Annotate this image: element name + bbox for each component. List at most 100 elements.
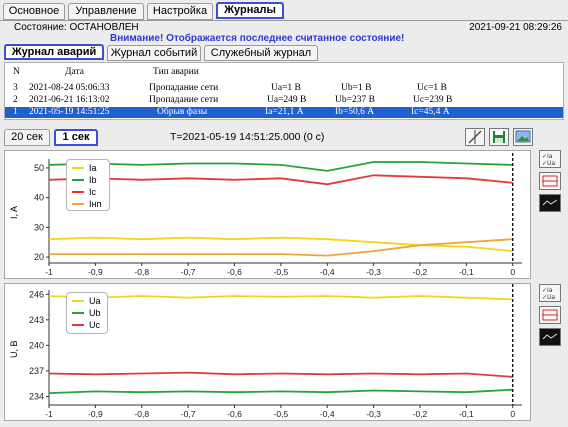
x-tick-label: -0,7 (181, 267, 196, 277)
y-tick-label: 50 (34, 163, 44, 173)
row-v3: Uc=1 В (417, 83, 447, 93)
row-type: Пропадание сети (149, 95, 219, 105)
y-tick-label: 20 (34, 252, 44, 262)
x-tick-label: -1 (45, 409, 53, 419)
series-line-ub (48, 388, 513, 394)
dark-mode-voltage-icon[interactable] (539, 328, 561, 346)
current-legend: Ia Ib Ic Iнп (66, 159, 110, 211)
row-type: Обрыв фазы (157, 107, 208, 117)
x-tick-label: -0,3 (366, 267, 381, 277)
legend-swatch-ic (72, 191, 84, 193)
cursor-tool-icon[interactable] (465, 128, 485, 146)
y-tick-label: 234 (29, 391, 44, 401)
tab-service-log[interactable]: Служебный журнал (204, 45, 318, 61)
x-tick-label: -0,1 (459, 409, 474, 419)
x-tick-label: -0,3 (366, 409, 381, 419)
legend-uc: Uc (89, 320, 100, 330)
status-label: Состояние: ОСТАНОВЛЕН (14, 22, 139, 33)
series-line-ib (48, 161, 513, 172)
x-tick-label: 0 (510, 409, 515, 419)
y-tick-label: 30 (34, 222, 44, 232)
x-tick-label: -0,5 (274, 267, 289, 277)
legend-swatch-uc (72, 324, 84, 326)
tab-control[interactable]: Управление (68, 3, 144, 20)
y-tick-label: 246 (29, 289, 44, 299)
voltage-chart-panel: 234 237 240 243 246 -1 -0,9 -0,8 -0,7 -0,6 -0,5 -0,… (4, 283, 531, 421)
series-line-iнп (49, 238, 513, 257)
row-v2: Ub=1 В (341, 83, 372, 93)
col-type: Тип аварии (153, 67, 199, 77)
row-v3: Uc=239 В (413, 95, 453, 105)
series-line-uc (48, 371, 513, 378)
row-v1: Ia=21,1 А (265, 107, 304, 117)
svg-text:✓Ua: ✓Ua (542, 294, 555, 301)
series-line-ic (48, 174, 513, 186)
row-type: Пропадание сети (149, 83, 219, 93)
y-tick-label: 40 (34, 193, 44, 203)
tab-settings[interactable]: Настройка (147, 3, 213, 20)
series-line-ua (48, 295, 513, 301)
y-tick-label: 237 (29, 366, 44, 376)
x-tick-label: -0,2 (413, 267, 428, 277)
image-export-icon[interactable] (513, 128, 533, 146)
col-date: Дата (65, 67, 84, 77)
x-tick-label: -0,4 (320, 267, 335, 277)
tab-alarm-log[interactable]: Журнал аварий (4, 44, 104, 60)
row-v1: Ua=249 В (267, 95, 307, 105)
series-toggle-current-button[interactable]: ✓Ia ✓Ua (539, 150, 561, 168)
x-tick-label: -0,6 (227, 409, 242, 419)
legend-swatch-ib (72, 179, 84, 181)
tabs-divider (0, 20, 568, 21)
legend-swatch-in (72, 203, 84, 205)
timeframe-1s-button[interactable]: 1 сек (54, 129, 98, 146)
table-row[interactable]: 3 2021-08-24 05:06:33 Пропадание сети Ua… (5, 83, 563, 94)
legend-swatch-ub (72, 312, 84, 314)
voltage-legend: Ua Ub Uc (66, 292, 108, 334)
zoom-fit-current-icon[interactable] (539, 172, 561, 190)
series-toggle-voltage-button[interactable]: ✓Ia ✓Ua (539, 284, 561, 302)
legend-ic: Ic (89, 187, 97, 197)
tab-event-log[interactable]: Журнал событий (107, 45, 201, 61)
svg-text:✓Ia: ✓Ia (542, 287, 553, 294)
svg-text:✓Ia: ✓Ia (542, 153, 553, 160)
y-tick-label: 243 (29, 315, 44, 325)
legend-ub: Ub (89, 308, 101, 318)
status-warning: Внимание! Отображается последнее считанн… (110, 33, 405, 44)
row-v3: Ic=45,4 А (411, 107, 450, 117)
zoom-fit-voltage-icon[interactable] (539, 306, 561, 324)
tab-main[interactable]: Основное (3, 3, 65, 20)
status-datetime: 2021-09-21 08:29:26 (469, 22, 562, 33)
legend-ua: Ua (89, 296, 101, 306)
dark-mode-current-icon[interactable] (539, 194, 561, 212)
x-tick-label: -0,2 (413, 409, 428, 419)
x-tick-label: -0,1 (459, 267, 474, 277)
timeframe-20s-button[interactable]: 20 сек (4, 129, 50, 146)
x-tick-label: -0,6 (227, 267, 242, 277)
current-chart-panel: 20 30 40 50 -1 -0,9 -0,8 -0,7 -0,6 -0,5 -0,4 -0,3 -0… (4, 150, 531, 279)
row-v1: Ua=1 В (271, 83, 301, 93)
row-n: 1 (13, 107, 18, 117)
col-n: N (13, 67, 20, 77)
legend-ia: Ia (89, 163, 97, 173)
table-header: N Дата Тип аварии (5, 67, 563, 78)
table-row[interactable]: 2 2021-06-21 16:13:02 Пропадание сети Ua… (5, 95, 563, 106)
x-tick-label: -0,9 (88, 409, 103, 419)
tab-journals[interactable]: Журналы (216, 2, 284, 19)
x-tick-label: -0,8 (134, 267, 149, 277)
x-tick-label: -0,7 (181, 409, 196, 419)
legend-in: Iнп (89, 199, 102, 209)
x-tick-label: -0,4 (320, 409, 335, 419)
row-date: 2021-08-24 05:06:33 (29, 83, 110, 93)
row-date: 2021-06-21 16:13:02 (29, 95, 110, 105)
row-n: 3 (13, 83, 18, 93)
table-row-selected[interactable]: 1 2021-05-19 14:51:25 Обрыв фазы Ia=21,1… (5, 107, 563, 118)
y-tick-label: 240 (29, 340, 44, 350)
x-tick-label: 0 (510, 267, 515, 277)
svg-text:✓Ua: ✓Ua (542, 160, 555, 167)
y-axis-label-voltage: U, B (9, 340, 19, 358)
alarm-table: N Дата Тип аварии 3 2021-08-24 05:06:33 … (4, 62, 564, 120)
save-icon[interactable] (489, 128, 509, 146)
row-v2: Ib=50,6 А (335, 107, 375, 117)
x-tick-label: -0,8 (134, 409, 149, 419)
legend-swatch-ua (72, 300, 84, 302)
